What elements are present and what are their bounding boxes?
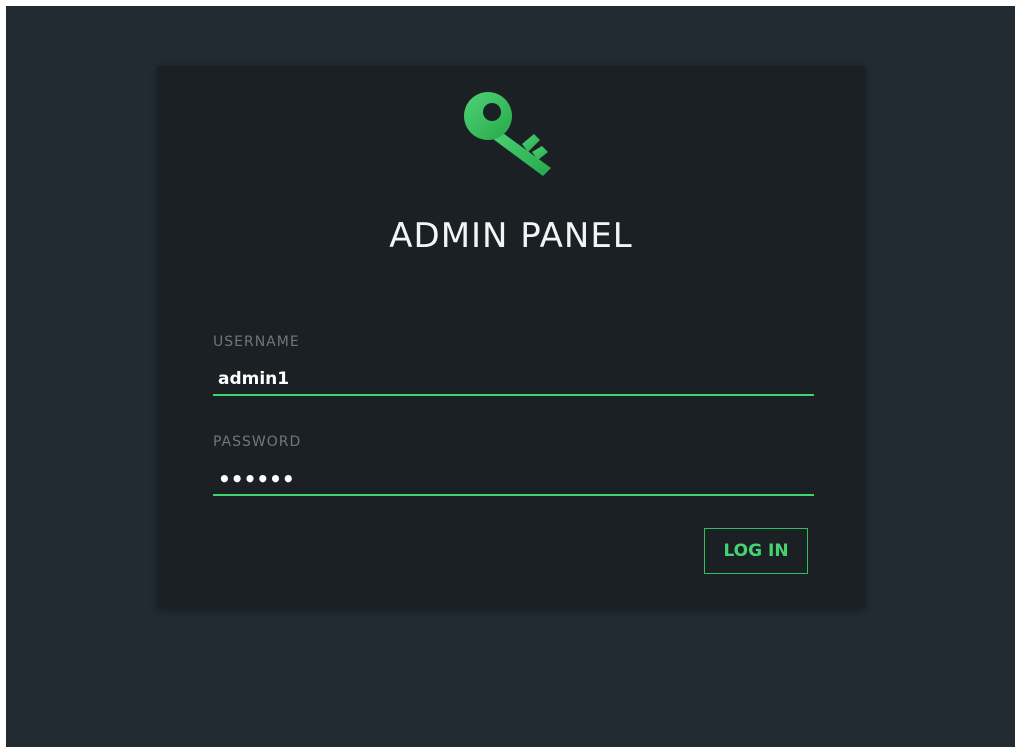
login-card: ADMIN PANEL USERNAME PASSWORD LOG IN (157, 66, 865, 608)
key-icon (464, 92, 551, 176)
page-title: ADMIN PANEL (389, 216, 633, 256)
password-input[interactable] (213, 464, 814, 496)
username-label: USERNAME (213, 334, 300, 350)
username-input[interactable] (213, 364, 814, 396)
page-background: ADMIN PANEL USERNAME PASSWORD LOG IN (6, 6, 1015, 747)
login-button[interactable]: LOG IN (704, 528, 808, 574)
password-label: PASSWORD (213, 434, 302, 450)
